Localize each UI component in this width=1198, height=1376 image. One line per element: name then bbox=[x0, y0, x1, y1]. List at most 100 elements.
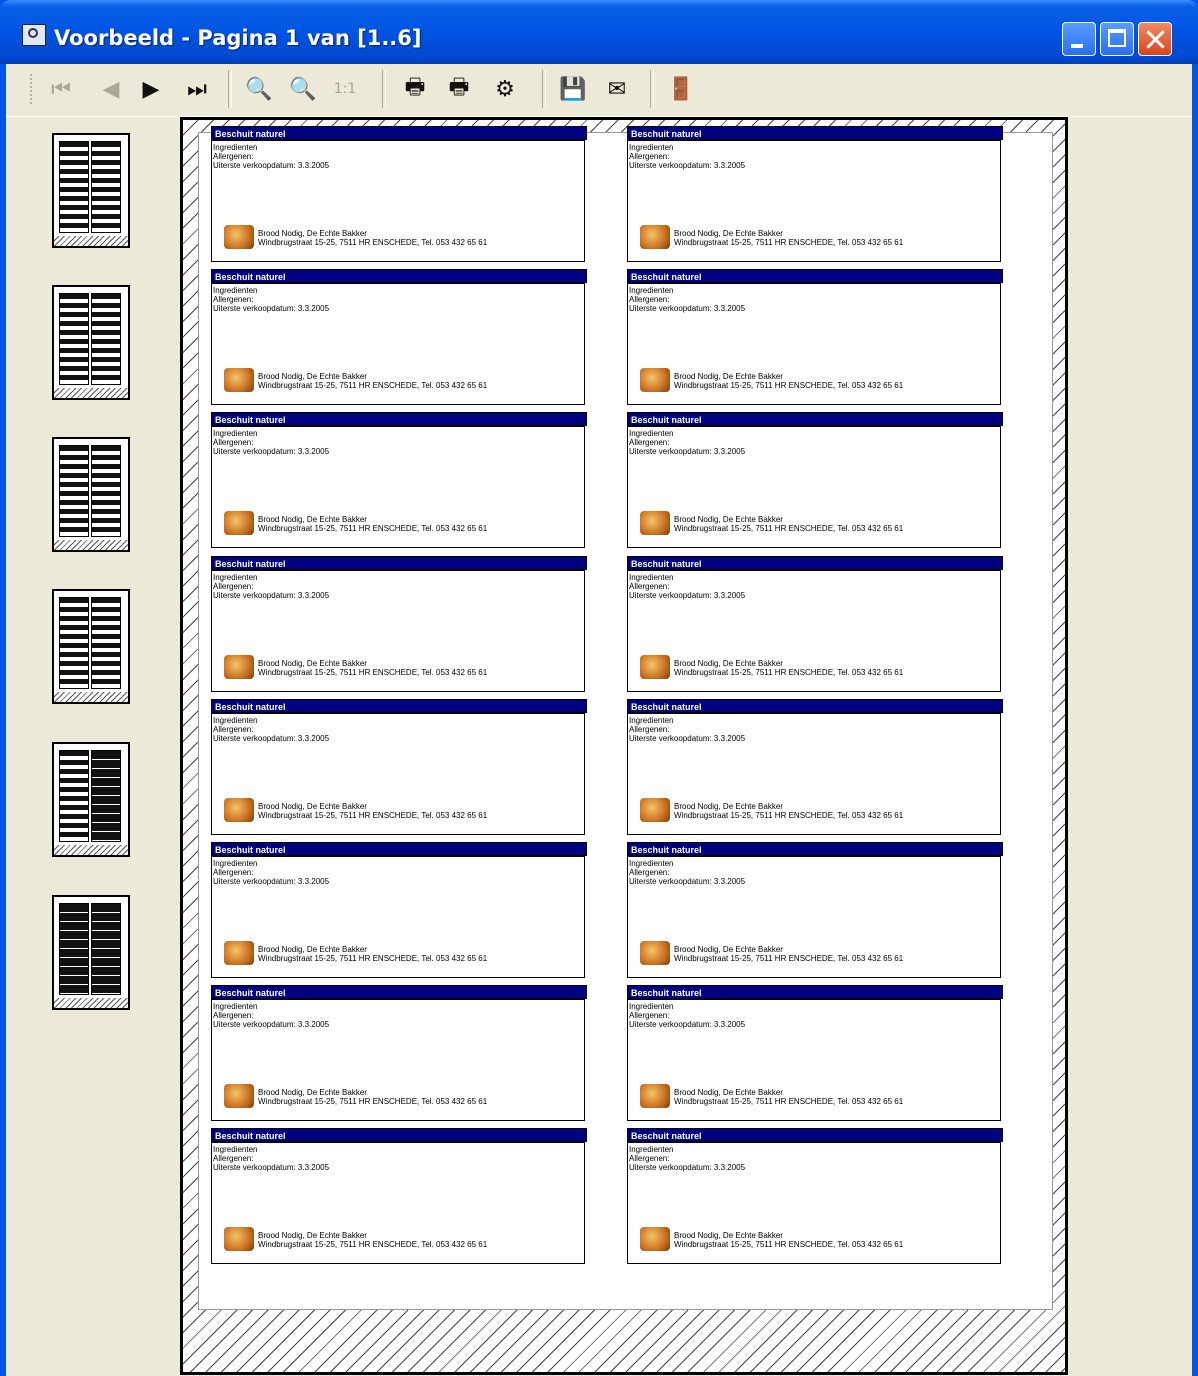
bakery-logo-icon bbox=[640, 1084, 670, 1108]
bakery-address: Windbrugstraat 15-25, 7511 HR ENSCHEDE, … bbox=[258, 954, 488, 963]
print-icon[interactable]: 🖶 bbox=[398, 72, 432, 106]
label-body: Ingredienten Allergenen: Uiterste verkoopd… bbox=[211, 426, 585, 548]
product-label: Beschuit naturel Ingredienten Allergenen: U… bbox=[211, 126, 587, 262]
label-body: Ingredienten Allergenen: Uiterste verkoopd… bbox=[627, 1142, 1001, 1264]
bakery-address: Windbrugstraat 15-25, 7511 HR ENSCHEDE, … bbox=[258, 1240, 488, 1249]
zoom-in-icon[interactable]: 🔍 bbox=[242, 72, 276, 106]
label-footer: Brood Nodig, De Echte Bakker Windbrugstra… bbox=[258, 802, 487, 820]
email-icon[interactable]: ✉ bbox=[600, 72, 634, 106]
toolbar-separator bbox=[382, 70, 386, 108]
label-details: Ingredienten Allergenen: Uiterste verkoopd… bbox=[213, 716, 329, 743]
allergens-line: Allergenen: bbox=[629, 582, 670, 591]
bakery-address: Windbrugstraat 15-25, 7511 HR ENSCHEDE, … bbox=[674, 1240, 904, 1249]
label-footer: Brood Nodig, De Echte Bakker Windbrugstra… bbox=[674, 515, 903, 533]
ingredients-line: Ingredienten bbox=[629, 1002, 674, 1011]
thumbnail-page-1[interactable] bbox=[52, 133, 130, 248]
preview-area: Beschuit naturel Ingredienten Allergenen: U… bbox=[6, 117, 1192, 1376]
label-header: Beschuit naturel bbox=[627, 985, 1003, 999]
expiry-line: Uiterste verkoopdatum: 3.3.2005 bbox=[213, 161, 330, 170]
label-footer: Brood Nodig, De Echte Bakker Windbrugstra… bbox=[674, 1231, 903, 1249]
print-setup-icon[interactable]: 🖶 bbox=[442, 72, 476, 106]
page-thumbnails bbox=[6, 117, 178, 1376]
close-button[interactable] bbox=[1138, 22, 1172, 56]
label-body: Ingredienten Allergenen: Uiterste verkoopd… bbox=[211, 713, 585, 835]
bakery-logo-icon bbox=[640, 655, 670, 679]
label-header: Beschuit naturel bbox=[211, 412, 587, 426]
bakery-name: Brood Nodig, De Echte Bakker bbox=[258, 659, 367, 668]
bakery-name: Brood Nodig, De Echte Bakker bbox=[258, 229, 367, 238]
label-footer: Brood Nodig, De Echte Bakker Windbrugstra… bbox=[258, 1088, 487, 1106]
ingredients-line: Ingredienten bbox=[213, 716, 258, 725]
ingredients-line: Ingredienten bbox=[213, 1002, 258, 1011]
bakery-address: Windbrugstraat 15-25, 7511 HR ENSCHEDE, … bbox=[674, 668, 904, 677]
title-bar[interactable]: Voorbeeld - Pagina 1 van [1..6] bbox=[0, 0, 1198, 64]
toolbar-separator bbox=[228, 70, 232, 108]
expiry-line: Uiterste verkoopdatum: 3.3.2005 bbox=[213, 304, 330, 313]
product-label: Beschuit naturel Ingredienten Allergenen: U… bbox=[627, 842, 1003, 978]
allergens-line: Allergenen: bbox=[629, 438, 670, 447]
bakery-logo-icon bbox=[640, 941, 670, 965]
label-details: Ingredienten Allergenen: Uiterste verkoopd… bbox=[629, 716, 745, 743]
label-details: Ingredienten Allergenen: Uiterste verkoopd… bbox=[213, 1002, 329, 1029]
last-page-icon[interactable]: ⏭ bbox=[180, 72, 214, 106]
label-footer: Brood Nodig, De Echte Bakker Windbrugstra… bbox=[258, 945, 487, 963]
ingredients-line: Ingredienten bbox=[629, 716, 674, 725]
label-header: Beschuit naturel bbox=[211, 126, 587, 140]
label-details: Ingredienten Allergenen: Uiterste verkoopd… bbox=[213, 429, 329, 456]
bakery-logo-icon bbox=[640, 225, 670, 249]
label-footer: Brood Nodig, De Echte Bakker Windbrugstra… bbox=[258, 1231, 487, 1249]
bakery-address: Windbrugstraat 15-25, 7511 HR ENSCHEDE, … bbox=[674, 238, 904, 247]
save-icon[interactable]: 💾 bbox=[556, 72, 590, 106]
zoom-out-icon[interactable]: 🔍 bbox=[286, 72, 320, 106]
product-label: Beschuit naturel Ingredienten Allergenen: U… bbox=[211, 556, 587, 692]
next-page-icon[interactable]: ▶ bbox=[134, 72, 168, 106]
label-details: Ingredienten Allergenen: Uiterste verkoopd… bbox=[213, 573, 329, 600]
product-label: Beschuit naturel Ingredienten Allergenen: U… bbox=[211, 269, 587, 405]
first-page-icon[interactable]: ⏮ bbox=[44, 72, 78, 106]
label-details: Ingredienten Allergenen: Uiterste verkoopd… bbox=[213, 1145, 329, 1172]
maximize-button[interactable] bbox=[1100, 22, 1134, 56]
previous-page-icon[interactable]: ◀ bbox=[94, 72, 128, 106]
bakery-address: Windbrugstraat 15-25, 7511 HR ENSCHEDE, … bbox=[258, 668, 488, 677]
thumbnail-page-4[interactable] bbox=[52, 589, 130, 704]
label-body: Ingredienten Allergenen: Uiterste verkoopd… bbox=[627, 713, 1001, 835]
toolbar-separator bbox=[650, 70, 654, 108]
bakery-name: Brood Nodig, De Echte Bakker bbox=[258, 372, 367, 381]
page-preview[interactable]: Beschuit naturel Ingredienten Allergenen: U… bbox=[180, 117, 1068, 1375]
label-header: Beschuit naturel bbox=[627, 699, 1003, 713]
printer-settings-icon[interactable]: ⚙ bbox=[488, 72, 522, 106]
label-footer: Brood Nodig, De Echte Bakker Windbrugstra… bbox=[674, 945, 903, 963]
label-footer: Brood Nodig, De Echte Bakker Windbrugstra… bbox=[674, 659, 903, 677]
ingredients-line: Ingredienten bbox=[629, 143, 674, 152]
product-label: Beschuit naturel Ingredienten Allergenen: U… bbox=[627, 1128, 1003, 1264]
label-details: Ingredienten Allergenen: Uiterste verkoopd… bbox=[213, 286, 329, 313]
expiry-line: Uiterste verkoopdatum: 3.3.2005 bbox=[629, 304, 746, 313]
label-header: Beschuit naturel bbox=[627, 126, 1003, 140]
exit-icon[interactable]: 🚪 bbox=[664, 72, 698, 106]
label-header: Beschuit naturel bbox=[211, 1128, 587, 1142]
printable-area: Beschuit naturel Ingredienten Allergenen: U… bbox=[198, 126, 1053, 1310]
window-title: Voorbeeld - Pagina 1 van [1..6] bbox=[54, 26, 422, 50]
actual-size-button[interactable]: 1:1 bbox=[328, 72, 362, 106]
ingredients-line: Ingredienten bbox=[213, 143, 258, 152]
thumbnail-page-3[interactable] bbox=[52, 437, 130, 552]
label-details: Ingredienten Allergenen: Uiterste verkoopd… bbox=[629, 143, 745, 170]
product-label: Beschuit naturel Ingredienten Allergenen: U… bbox=[627, 699, 1003, 835]
label-body: Ingredienten Allergenen: Uiterste verkoopd… bbox=[211, 856, 585, 978]
label-header: Beschuit naturel bbox=[627, 1128, 1003, 1142]
label-header: Beschuit naturel bbox=[627, 556, 1003, 570]
thumbnail-page-5[interactable] bbox=[52, 742, 130, 857]
ingredients-line: Ingredienten bbox=[213, 286, 258, 295]
ingredients-line: Ingredienten bbox=[629, 859, 674, 868]
bakery-address: Windbrugstraat 15-25, 7511 HR ENSCHEDE, … bbox=[674, 524, 904, 533]
label-footer: Brood Nodig, De Echte Bakker Windbrugstra… bbox=[258, 372, 487, 390]
ingredients-line: Ingredienten bbox=[213, 1145, 258, 1154]
bakery-logo-icon bbox=[640, 511, 670, 535]
expiry-line: Uiterste verkoopdatum: 3.3.2005 bbox=[629, 877, 746, 886]
minimize-button[interactable] bbox=[1062, 22, 1096, 56]
thumbnail-page-6[interactable] bbox=[52, 895, 130, 1010]
product-label: Beschuit naturel Ingredienten Allergenen: U… bbox=[211, 985, 587, 1121]
toolbar-grip[interactable] bbox=[30, 74, 35, 104]
thumbnail-page-2[interactable] bbox=[52, 285, 130, 400]
allergens-line: Allergenen: bbox=[213, 868, 254, 877]
